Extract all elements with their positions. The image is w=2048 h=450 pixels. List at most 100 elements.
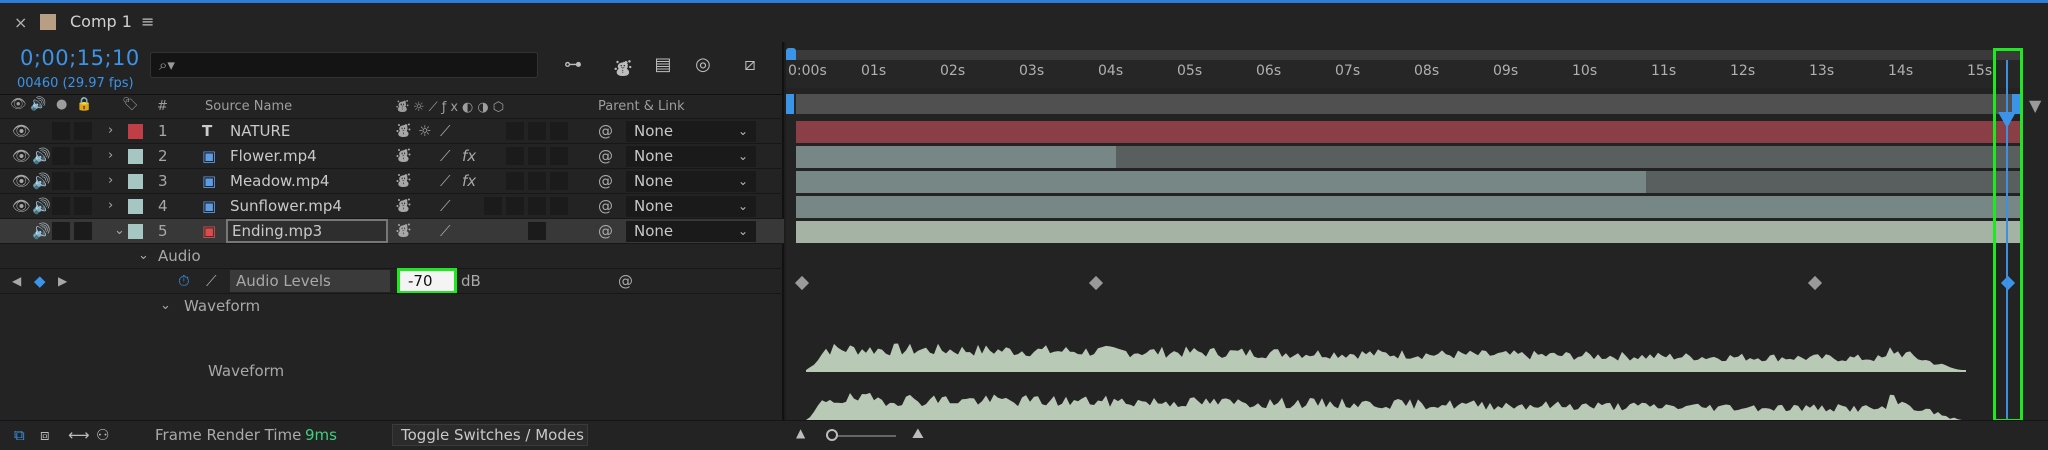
waveform-group-row[interactable]: ⌄ Waveform (0, 293, 784, 318)
layer-bar-ending[interactable] (796, 221, 2022, 243)
collapse-chevron-icon[interactable]: ⌄ (138, 244, 149, 268)
stopwatch-icon[interactable]: ⏱ (178, 269, 190, 293)
quality-switch-icon[interactable]: ⟋ (440, 219, 451, 243)
keyframe-diamond[interactable] (1807, 275, 1823, 291)
parent-dropdown[interactable]: None ⌄ (626, 196, 756, 217)
audio-speaker-icon[interactable]: 🔊 (32, 219, 51, 243)
collapse-switch-icon[interactable]: ☼ (418, 119, 431, 143)
in-out-duration-icon[interactable]: ⟷ (68, 426, 90, 444)
pickwhip-icon[interactable]: @ (618, 269, 633, 293)
frame-blending-icon[interactable]: ▤ (650, 54, 676, 78)
audio-switch-icon[interactable]: 🔊 (30, 97, 46, 112)
pickwhip-icon[interactable]: @ (598, 194, 613, 218)
label-color-swatch[interactable] (128, 174, 143, 189)
layer-bar-flower[interactable] (796, 146, 2022, 168)
visibility-eye-icon[interactable]: 👁 (12, 194, 31, 218)
composition-tab-title[interactable]: Comp 1 (70, 12, 132, 31)
effects-fx-icon[interactable]: fx (462, 169, 476, 193)
layer-switches-toggle-icon[interactable]: ⧉ (14, 426, 25, 444)
quality-switch-icon[interactable]: ⟋ (440, 119, 451, 143)
keyframe-diamond[interactable] (794, 275, 810, 291)
visibility-eye-icon[interactable]: 👁 (12, 169, 31, 193)
shy-switch-icon[interactable]: ⛇ (396, 169, 411, 193)
audio-speaker-icon[interactable]: 🔊 (32, 169, 51, 193)
shy-switch-icon[interactable]: ⛇ (396, 144, 411, 168)
label-color-swatch[interactable] (128, 224, 143, 239)
current-time-display[interactable]: 0;00;15;10 (20, 46, 140, 70)
expand-chevron-icon[interactable]: › (108, 169, 113, 193)
audio-levels-value-input[interactable]: -70 (397, 268, 457, 294)
label-color-swatch[interactable] (128, 124, 143, 139)
expand-chevron-icon[interactable]: › (108, 194, 113, 218)
time-ruler[interactable]: 0:00s 01s 02s 03s 04s 05s 06s 07s 08s 09s 10s 11s 12… (786, 60, 2022, 88)
pickwhip-icon[interactable]: @ (598, 219, 613, 243)
layer-row[interactable]: 👁 🔊 › 2 ▣ Flower.mp4 ⛇ ⟋ fx @ None ⌄ (0, 143, 784, 168)
effects-fx-icon[interactable]: fx (462, 144, 476, 168)
panel-menu-icon[interactable]: ≡ (141, 12, 154, 31)
shy-switch-icon[interactable]: ⛇ (396, 194, 411, 218)
graph-icon[interactable]: ⟋ (206, 269, 217, 293)
visibility-eye-icon[interactable]: 👁 (12, 144, 31, 168)
audio-levels-row[interactable]: ◀ ◆ ▶ ⏱ ⟋ Audio Levels -70 dB @ (0, 268, 784, 294)
solo-switch-icon[interactable]: ● (56, 97, 67, 112)
render-time-icon[interactable]: ⚇ (96, 426, 109, 444)
layer-row[interactable]: 👁 🔊 › 3 ▣ Meadow.mp4 ⛇ ⟋ fx @ None ⌄ (0, 168, 784, 193)
layer-row[interactable]: 👁 🔊 › 4 ▣ Sunflower.mp4 ⛇ ⟋ @ None ⌄ (0, 193, 784, 218)
zoom-in-icon[interactable]: ⛰ (912, 426, 924, 442)
prev-keyframe-icon[interactable]: ◀ (12, 269, 21, 293)
video-switch-icon[interactable]: 👁 (10, 97, 27, 112)
layer-name[interactable]: Meadow.mp4 (230, 169, 329, 193)
motion-blur-icon[interactable]: ◎ (690, 54, 716, 78)
next-keyframe-icon[interactable]: ▶ (58, 269, 67, 293)
parent-link-header[interactable]: Parent & Link (598, 99, 685, 114)
expand-chevron-icon[interactable]: › (108, 144, 113, 168)
shy-switch-icon[interactable]: ⛇ (396, 119, 411, 143)
quality-switch-icon[interactable]: ⟋ (440, 144, 451, 168)
visibility-eye-icon[interactable]: 👁 (12, 119, 31, 143)
add-keyframe-icon[interactable]: ◆ (34, 269, 46, 293)
label-color-swatch[interactable] (128, 199, 143, 214)
layer-bar-sunflower[interactable] (796, 196, 2022, 218)
pickwhip-icon[interactable]: @ (598, 119, 613, 143)
parent-dropdown[interactable]: None ⌄ (626, 146, 756, 167)
shy-layers-icon[interactable]: ⛇ (610, 54, 636, 80)
layer-row-selected[interactable]: 🔊 ⌄ 5 ▣ Ending.mp3 ⛇ ⟋ @ None ⌄ (0, 218, 784, 243)
toggle-switches-modes-button[interactable]: Toggle Switches / Modes (392, 424, 588, 446)
layer-name[interactable]: NATURE (230, 119, 290, 143)
layer-name[interactable]: Sunflower.mp4 (230, 194, 342, 218)
source-name-header[interactable]: Source Name (205, 99, 292, 114)
audio-speaker-icon[interactable]: 🔊 (32, 144, 51, 168)
layer-search-input[interactable]: ⌕▾ (150, 52, 538, 78)
pickwhip-icon[interactable]: @ (598, 144, 613, 168)
shy-switch-icon[interactable]: ⛇ (396, 219, 411, 243)
flowchart-icon[interactable]: ⊶ (560, 54, 586, 78)
label-color-swatch[interactable] (128, 149, 143, 164)
parent-dropdown[interactable]: None ⌄ (626, 121, 756, 142)
time-navigator-start[interactable] (786, 94, 794, 114)
layer-row[interactable]: 👁 › 1 T NATURE ⛇ ☼ ⟋ @ None ⌄ (0, 118, 784, 143)
parent-dropdown[interactable]: None ⌄ (626, 171, 756, 192)
comp-time-navigator[interactable] (796, 94, 2022, 114)
graph-editor-icon[interactable]: ⧄ (737, 54, 763, 78)
transfer-controls-icon[interactable]: ⧈ (40, 426, 50, 444)
quality-switch-icon[interactable]: ⟋ (440, 169, 451, 193)
collapse-chevron-icon[interactable]: ⌄ (160, 294, 171, 318)
work-area-bar[interactable] (786, 50, 2022, 60)
expand-chevron-icon[interactable]: › (108, 119, 113, 143)
pickwhip-icon[interactable]: @ (598, 169, 613, 193)
layer-name[interactable]: Flower.mp4 (230, 144, 317, 168)
parent-dropdown[interactable]: None ⌄ (626, 221, 756, 242)
keyframe-diamond[interactable] (1088, 275, 1104, 291)
quality-switch-icon[interactable]: ⟋ (440, 194, 451, 218)
collapse-chevron-icon[interactable]: ⌄ (114, 219, 125, 243)
audio-speaker-icon[interactable]: 🔊 (32, 194, 51, 218)
lock-switch-icon[interactable]: 🔒 (76, 97, 92, 112)
layer-bar-nature[interactable] (796, 121, 2022, 143)
layer-bar-meadow[interactable] (796, 171, 2022, 193)
layer-name-edit-field[interactable]: Ending.mp3 (226, 219, 388, 243)
zoom-out-icon[interactable]: ▲ (796, 426, 805, 440)
zoom-slider-handle[interactable] (826, 429, 838, 441)
label-tag-icon[interactable]: 🏷 (122, 97, 139, 112)
close-tab-icon[interactable]: × (14, 13, 27, 32)
comp-marker-icon[interactable]: ▼ (2029, 96, 2041, 115)
